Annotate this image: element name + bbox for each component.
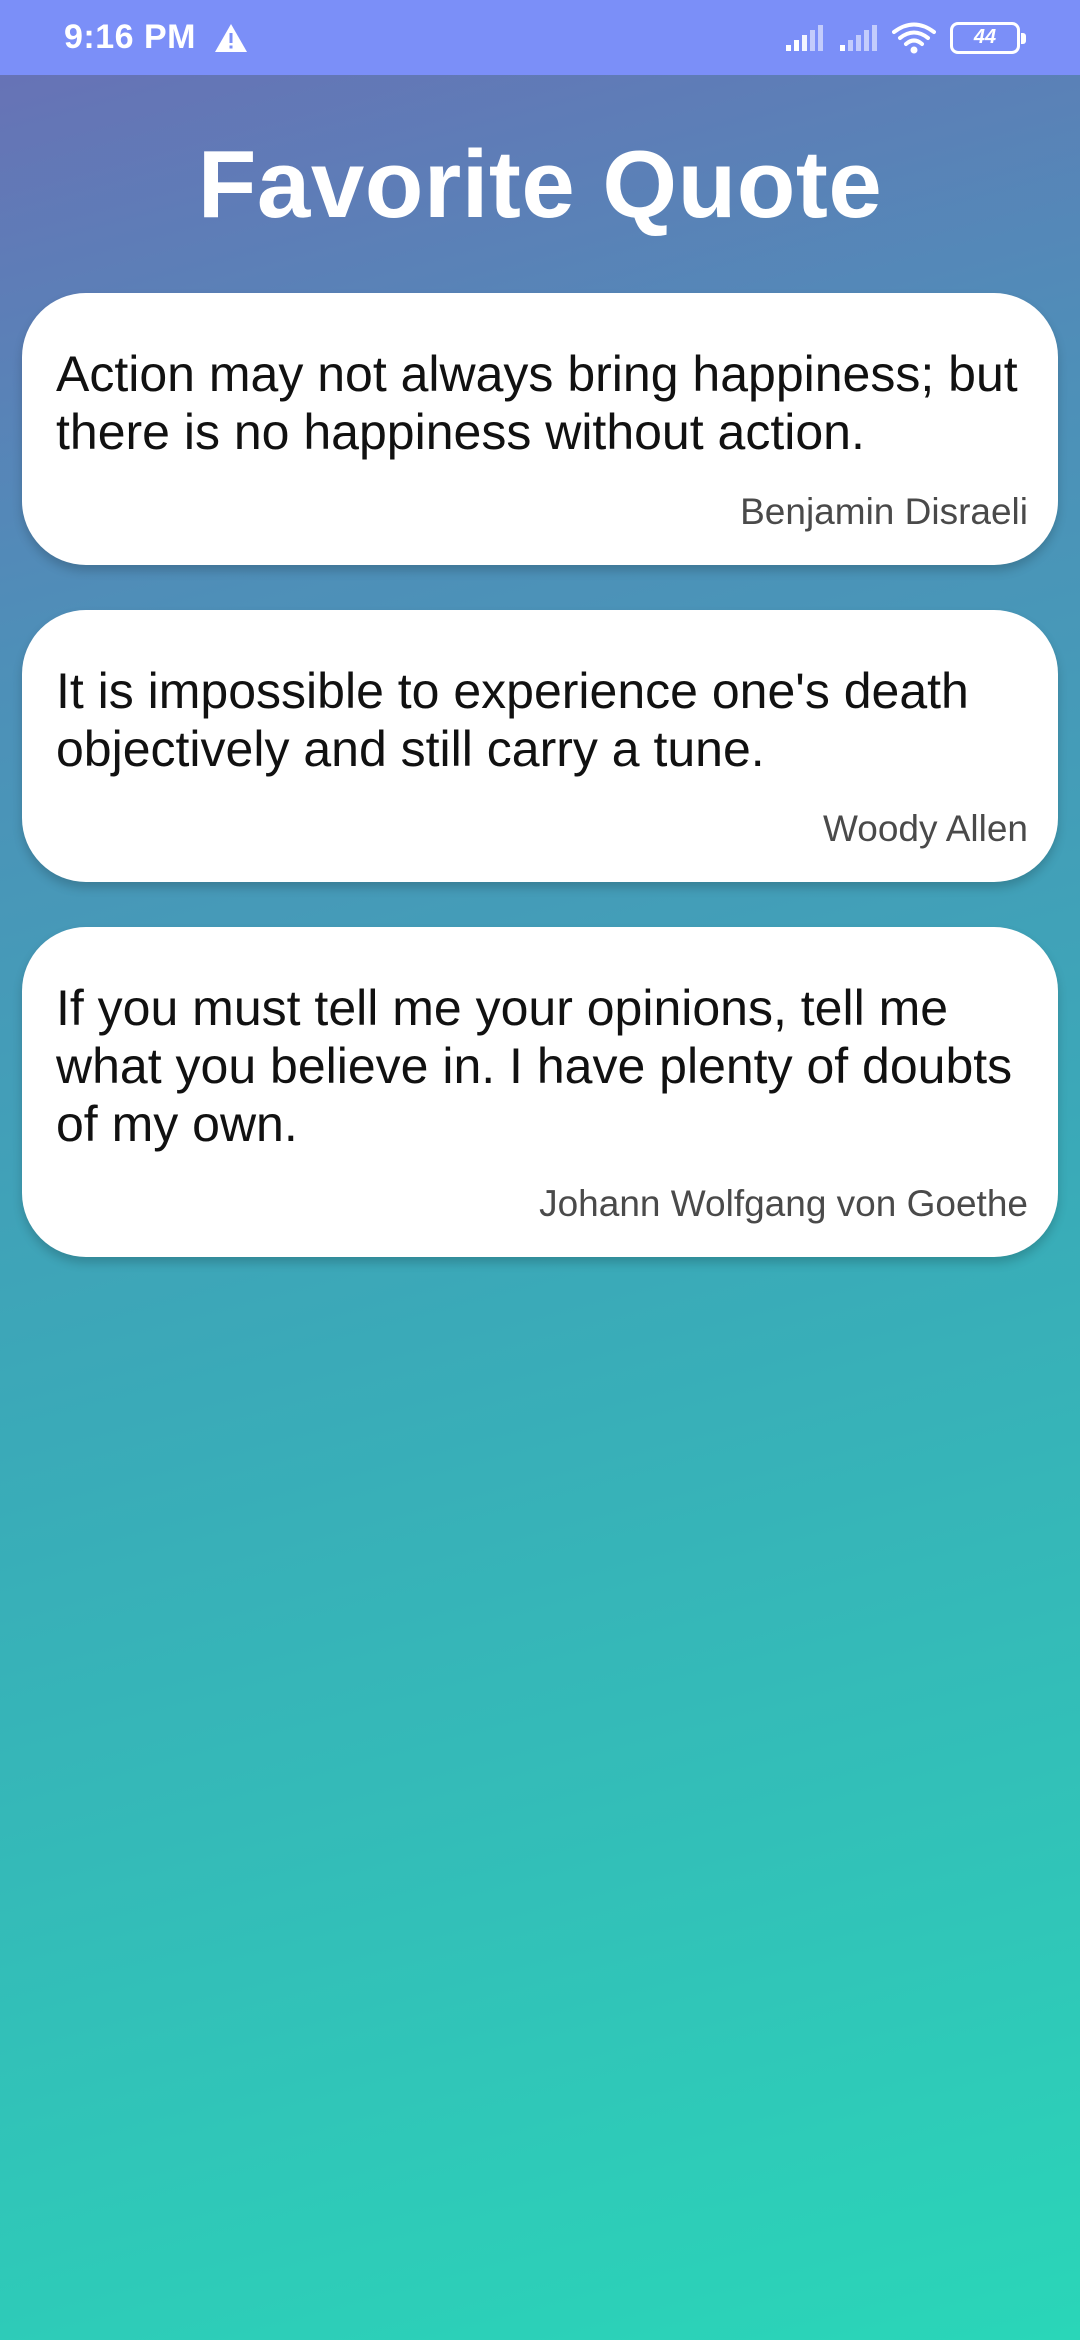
- warning-triangle-icon: [214, 23, 248, 53]
- quote-author: Benjamin Disraeli: [740, 491, 1028, 532]
- cell-signal-2-icon: [838, 23, 878, 53]
- cell-signal-icon: [784, 23, 824, 53]
- status-left: 9:16 PM: [64, 18, 248, 57]
- quote-text: If you must tell me your opinions, tell …: [56, 980, 1013, 1152]
- quote-text: Action may not always bring happiness; b…: [56, 346, 1018, 460]
- quote-card[interactable]: It is impossible to experience one's dea…: [22, 610, 1058, 882]
- status-bar: 9:16 PM 44: [0, 0, 1080, 75]
- page-title: Favorite Quote: [197, 131, 883, 238]
- status-time: 9:16 PM: [64, 18, 196, 56]
- quote-text: It is impossible to experience one's dea…: [56, 663, 969, 777]
- battery-level: 44: [973, 26, 997, 48]
- battery-icon: 44: [950, 21, 1026, 54]
- quote-card[interactable]: If you must tell me your opinions, tell …: [22, 927, 1058, 1257]
- quote-author: Woody Allen: [823, 808, 1028, 849]
- wifi-icon: [892, 21, 936, 55]
- quote-card[interactable]: Action may not always bring happiness; b…: [22, 293, 1058, 565]
- status-right: 44: [784, 21, 1026, 55]
- quote-list: Action may not always bring happiness; b…: [22, 293, 1058, 1302]
- quote-author: Johann Wolfgang von Goethe: [539, 1183, 1028, 1224]
